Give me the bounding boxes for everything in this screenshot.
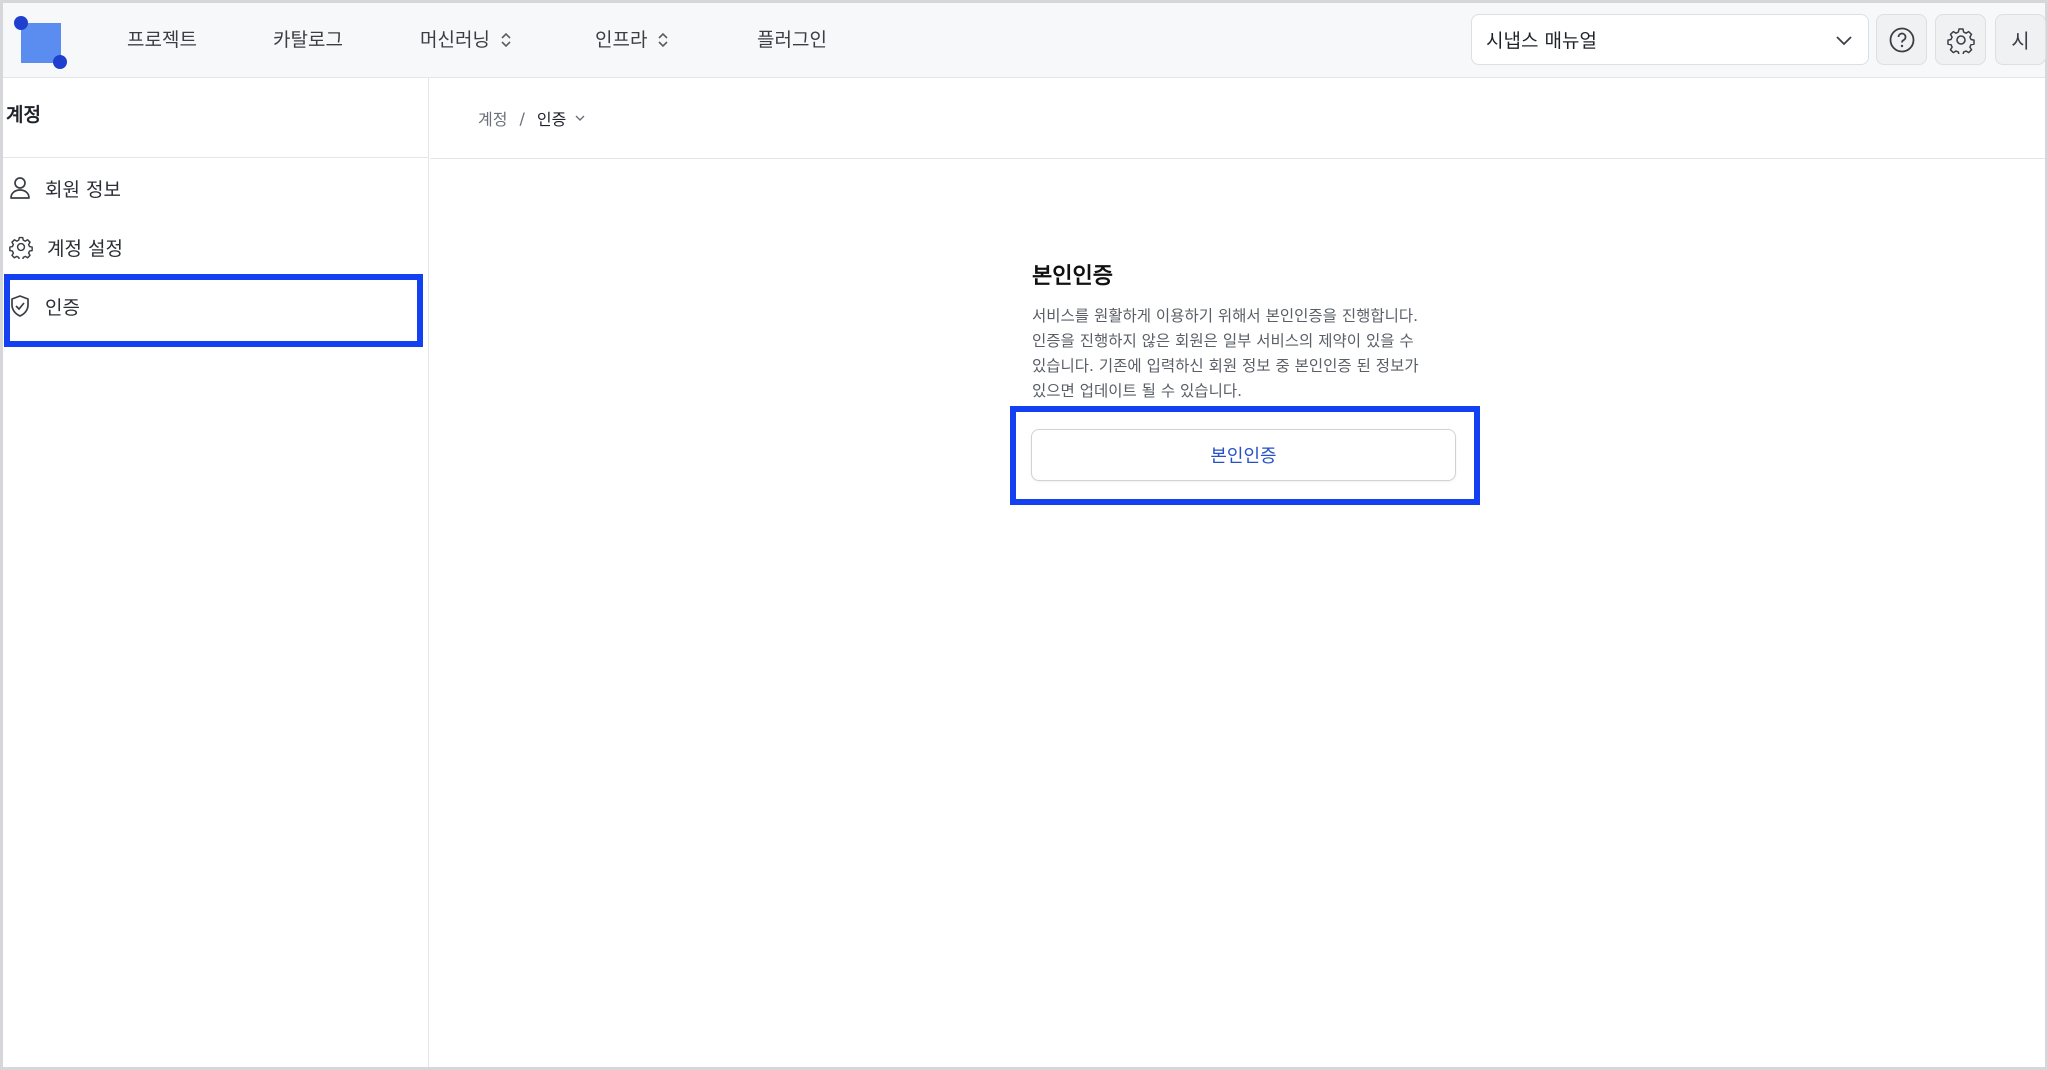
nav-item-label: 프로젝트 [127,29,197,51]
description-line: 있습니다. 기존에 입력하신 회원 정보 중 본인인증 된 정보가 [1032,357,1419,375]
nav-item-projects[interactable]: 프로젝트 [127,25,197,55]
logo-dot-bottom [53,55,67,69]
top-navigation-bar: 프로젝트 카탈로그 머신러닝 인프라 플러그인 시냅스 매뉴얼 시 [3,3,2046,78]
nav-item-label: 플러그인 [757,29,827,51]
sidebar-item-label: 인증 [45,296,80,319]
sidebar-item-label: 회원 정보 [45,178,121,201]
verification-panel: 본인인증 서비스를 원활하게 이용하기 위해서 본인인증을 진행합니다. 인증을… [1032,258,1452,404]
nav-item-infra[interactable]: 인프라 [595,25,669,55]
user-icon [10,177,30,199]
shield-check-icon [11,295,29,317]
nav-item-plugins[interactable]: 플러그인 [757,25,827,55]
chevron-updown-icon [501,32,511,48]
identity-verification-button[interactable]: 본인인증 [1031,429,1456,481]
gear-icon [1946,27,1975,54]
verification-description: 서비스를 원활하게 이용하기 위해서 본인인증을 진행합니다. 인증을 진행하지… [1032,304,1452,404]
gear-icon [9,236,33,259]
logo-dot-top [14,16,28,30]
help-button[interactable] [1876,14,1927,65]
app-logo[interactable] [11,15,71,71]
nav-item-label: 인프라 [595,29,648,51]
help-icon [1889,27,1914,52]
sidebar-item-member-info[interactable]: 회원 정보 [9,168,121,208]
sidebar-title: 계정 [3,78,428,158]
description-line: 있으면 업데이트 될 수 있습니다. [1032,382,1243,400]
manual-select[interactable]: 시냅스 매뉴얼 [1471,14,1869,65]
chevron-updown-icon [658,32,669,48]
breadcrumb-parent[interactable]: 계정 [478,106,507,130]
breadcrumb-current[interactable]: 인증 [537,106,586,130]
breadcrumb: 계정 / 인증 [430,78,2045,159]
description-line: 서비스를 원활하게 이용하기 위해서 본인인증을 진행합니다. [1032,307,1419,325]
nav-item-machine-learning[interactable]: 머신러닝 [420,25,512,55]
nav-item-catalog[interactable]: 카탈로그 [273,25,343,55]
chevron-down-icon [575,115,585,121]
description-line: 인증을 진행하지 않은 회원은 일부 서비스의 제약이 있을 수 [1032,332,1414,350]
breadcrumb-separator: / [519,108,525,128]
sidebar-item-label: 계정 설정 [47,237,123,260]
user-avatar-button[interactable]: 시 [1995,14,2046,65]
page-title: 본인인증 [1032,264,1113,289]
chevron-down-icon [1836,36,1852,46]
avatar-initial: 시 [2011,29,2030,53]
nav-item-label: 카탈로그 [273,29,343,51]
sidebar-item-verification[interactable]: 인증 [9,286,80,326]
sidebar: 계정 회원 정보 계정 설정 인증 [3,78,429,1067]
settings-button[interactable] [1935,14,1986,65]
nav-item-label: 머신러닝 [420,29,490,51]
button-label: 본인인증 [1210,446,1277,467]
manual-select-value: 시냅스 매뉴얼 [1486,30,1597,52]
breadcrumb-current-label: 인증 [536,110,567,129]
sidebar-item-account-settings[interactable]: 계정 설정 [9,227,123,267]
